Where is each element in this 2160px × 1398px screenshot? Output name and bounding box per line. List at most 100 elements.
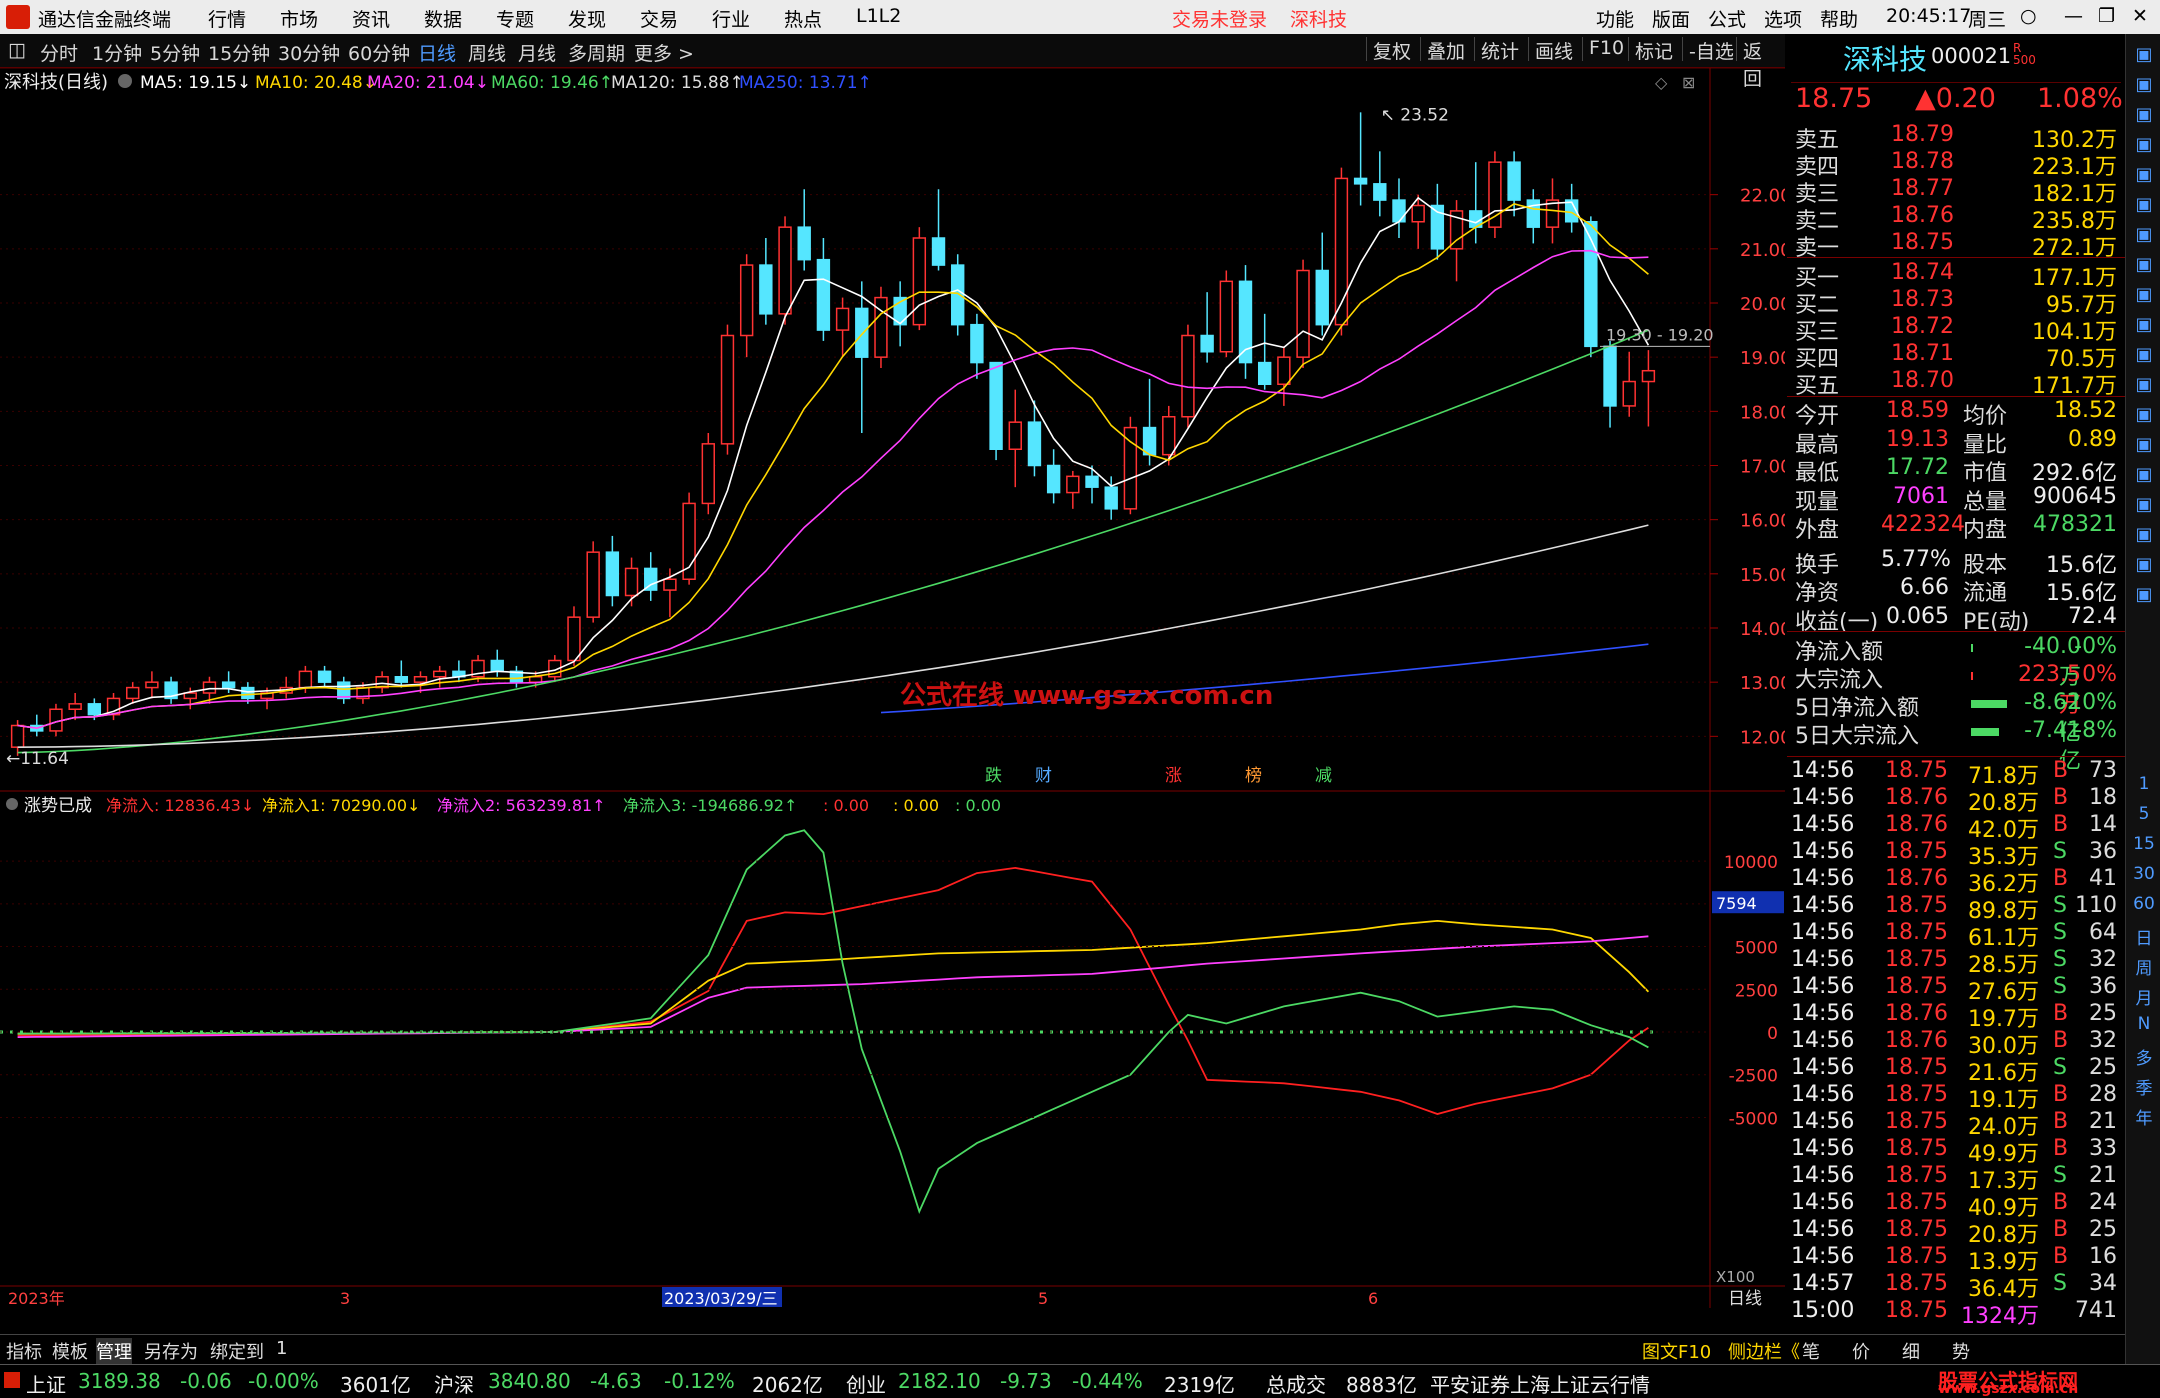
menu-item-zixun[interactable]: 资讯 xyxy=(352,5,390,32)
sidebar-tool-icon[interactable]: ▣ xyxy=(2132,494,2156,515)
diamond-icon[interactable]: ◇ xyxy=(1655,73,1668,92)
sidebar-period-7[interactable]: 月 xyxy=(2132,984,2156,1009)
period-more[interactable]: 更多 > xyxy=(634,39,694,66)
menu-item-hangye[interactable]: 行业 xyxy=(712,5,750,32)
event-tag[interactable]: 涨 xyxy=(1165,766,1182,786)
minimize-icon[interactable]: — xyxy=(2064,5,2083,27)
stat-label: 换手 xyxy=(1795,552,1840,578)
tick-side: B xyxy=(2053,1082,2069,1107)
menu-item-gongshi[interactable]: 公式 xyxy=(1708,5,1746,32)
period-15min[interactable]: 15分钟 xyxy=(208,39,270,66)
tick-side: B xyxy=(2053,1190,2069,1215)
period-30min[interactable]: 30分钟 xyxy=(278,39,340,66)
sidebar-tool-icon[interactable]: ▣ xyxy=(2132,344,2156,365)
indicator-settings-icon[interactable] xyxy=(6,798,18,810)
tab-jia[interactable]: 价 xyxy=(1852,1338,1870,1364)
sidebar-tool-icon[interactable]: ▣ xyxy=(2132,524,2156,545)
statistics-button[interactable]: 统计 xyxy=(1474,37,1525,63)
menu-item-gongneng[interactable]: 功能 xyxy=(1596,5,1634,32)
panel-toggle-icon[interactable]: ◫ xyxy=(8,39,26,61)
sidebar-tool-icon[interactable]: ▣ xyxy=(2132,434,2156,455)
sidebar-period-11[interactable]: 年 xyxy=(2132,1104,2156,1129)
event-tag[interactable]: 财 xyxy=(1035,766,1052,786)
sidebar-tool-icon[interactable]: ▣ xyxy=(2132,164,2156,185)
tab-indicator[interactable]: 指标 xyxy=(6,1338,42,1364)
period-5min[interactable]: 5分钟 xyxy=(150,39,200,66)
restore-icon[interactable]: ❐ xyxy=(2098,5,2115,27)
sidebar-tool-icon[interactable]: ▣ xyxy=(2132,314,2156,335)
f10-button[interactable]: F10 xyxy=(1582,37,1630,61)
sidebar-period-5[interactable]: 日 xyxy=(2132,924,2156,949)
menu-item-l1l2[interactable]: L1L2 xyxy=(856,5,901,27)
candle-body xyxy=(1219,280,1234,353)
y-tick-label: 10000 xyxy=(1724,853,1778,873)
event-tag[interactable]: 跌 xyxy=(985,766,1002,786)
period-daily[interactable]: 日线 xyxy=(418,39,456,66)
back-button[interactable]: 返回 xyxy=(1736,37,1785,90)
close-pane-icon[interactable]: ⊠ xyxy=(1682,73,1695,92)
tab-bi[interactable]: 笔 xyxy=(1802,1338,1820,1364)
fuquan-button[interactable]: 复权 xyxy=(1366,37,1417,63)
menu-item-faxian[interactable]: 发现 xyxy=(568,5,606,32)
overlay-button[interactable]: 叠加 xyxy=(1420,37,1471,63)
sidebar-period-9[interactable]: 多 xyxy=(2132,1044,2156,1069)
menu-item-xuanxiang[interactable]: 选项 xyxy=(1764,5,1802,32)
sidebar-period-3[interactable]: 30 xyxy=(2132,864,2156,884)
tab-shi[interactable]: 势 xyxy=(1952,1338,1970,1364)
settings-icon[interactable] xyxy=(118,74,132,88)
candle-body xyxy=(221,681,236,689)
menu-item-zhuanti[interactable]: 专题 xyxy=(496,5,534,32)
sidebar-tool-icon[interactable]: ▣ xyxy=(2132,74,2156,95)
sidebar-tool-icon[interactable]: ▣ xyxy=(2132,374,2156,395)
tab-xi[interactable]: 细 xyxy=(1902,1338,1920,1364)
sidebar-tool-icon[interactable]: ▣ xyxy=(2132,554,2156,575)
sidebar-tool-icon[interactable]: ▣ xyxy=(2132,224,2156,245)
period-monthly[interactable]: 月线 xyxy=(518,39,556,66)
period-fenshi[interactable]: 分时 xyxy=(40,39,78,66)
sidebar-tool-icon[interactable]: ▣ xyxy=(2132,194,2156,215)
sidebar-period-0[interactable]: 1 xyxy=(2132,774,2156,794)
tab-f10-text[interactable]: 图文F10 xyxy=(1642,1338,1711,1364)
sidebar-period-4[interactable]: 60 xyxy=(2132,894,2156,914)
menu-item-banmian[interactable]: 版面 xyxy=(1652,5,1690,32)
tab-bind-index[interactable]: 1 xyxy=(276,1338,287,1359)
tab-sidebar[interactable]: 侧边栏《 xyxy=(1728,1338,1800,1364)
sidebar-period-6[interactable]: 周 xyxy=(2132,954,2156,979)
sidebar-tool-icon[interactable]: ▣ xyxy=(2132,464,2156,485)
sidebar-tool-icon[interactable]: ▣ xyxy=(2132,404,2156,425)
sidebar-tool-icon[interactable]: ▣ xyxy=(2132,254,2156,275)
period-multi[interactable]: 多周期 xyxy=(568,39,625,66)
user-icon[interactable]: ○ xyxy=(2020,5,2037,27)
tab-manage[interactable]: 管理 xyxy=(96,1338,132,1364)
sidebar-period-1[interactable]: 5 xyxy=(2132,804,2156,824)
tab-template[interactable]: 模板 xyxy=(52,1338,88,1364)
sidebar-tool-icon[interactable]: ▣ xyxy=(2132,284,2156,305)
trade-status[interactable]: 交易未登录 xyxy=(1172,5,1267,32)
tab-bind-to[interactable]: 绑定到 xyxy=(210,1338,264,1364)
sidebar-tool-icon[interactable]: ▣ xyxy=(2132,584,2156,605)
sidebar-tool-icon[interactable]: ▣ xyxy=(2132,104,2156,125)
period-60min[interactable]: 60分钟 xyxy=(348,39,410,66)
period-1min[interactable]: 1分钟 xyxy=(92,39,142,66)
menu-item-redian[interactable]: 热点 xyxy=(784,5,822,32)
period-weekly[interactable]: 周线 xyxy=(468,39,506,66)
sidebar-period-10[interactable]: 季 xyxy=(2132,1074,2156,1099)
mark-button[interactable]: 标记 xyxy=(1628,37,1679,63)
draw-button[interactable]: 画线 xyxy=(1528,37,1579,63)
remove-watchlist-button[interactable]: -自选 xyxy=(1682,37,1740,63)
indicator-line xyxy=(17,919,1650,1035)
menu-item-shuju[interactable]: 数据 xyxy=(424,5,462,32)
close-icon[interactable]: ✕ xyxy=(2132,5,2148,27)
event-tag[interactable]: 减 xyxy=(1315,766,1332,786)
menu-item-bangzhu[interactable]: 帮助 xyxy=(1820,5,1858,32)
sidebar-tool-icon[interactable]: ▣ xyxy=(2132,134,2156,155)
tab-save-as[interactable]: 另存为 xyxy=(144,1338,198,1364)
sidebar-period-8[interactable]: N xyxy=(2132,1014,2156,1034)
menu-item-hangqing[interactable]: 行情 xyxy=(208,5,246,32)
menu-item-jiaoyi[interactable]: 交易 xyxy=(640,5,678,32)
kline-chart[interactable]: 深科技(日线) MA5: 19.15↓ MA10: 20.48↓MA20: 21.0… xyxy=(0,68,1785,1308)
sidebar-tool-icon[interactable]: ▣ xyxy=(2132,44,2156,65)
sidebar-period-2[interactable]: 15 xyxy=(2132,834,2156,854)
menu-item-shichang[interactable]: 市场 xyxy=(280,5,318,32)
event-tag[interactable]: 榜 xyxy=(1245,766,1262,786)
